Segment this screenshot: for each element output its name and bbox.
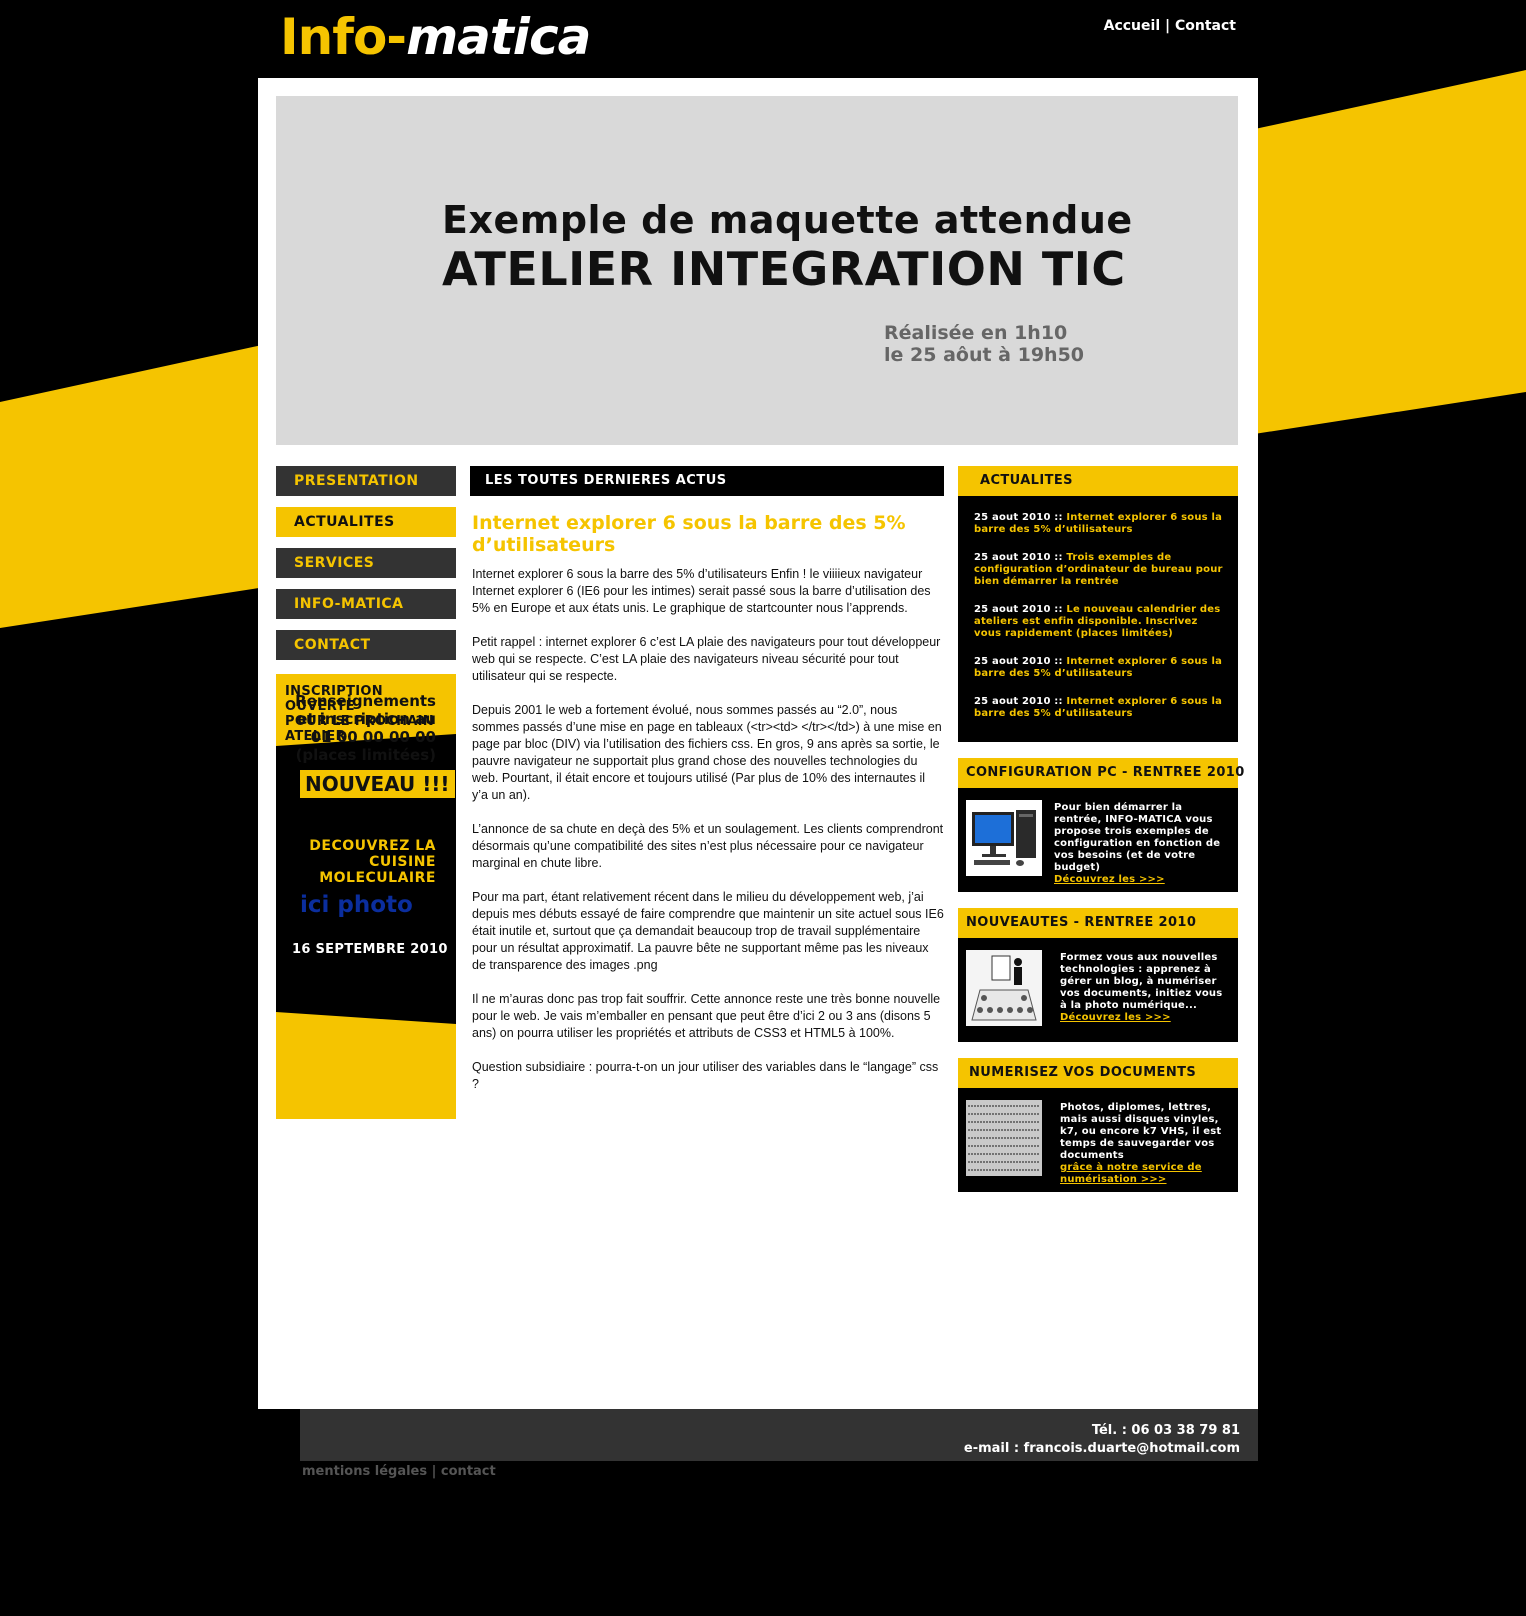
actualites-list: 25 aout 2010 :: Internet explorer 6 sous… (958, 496, 1238, 742)
actu-item[interactable]: 25 aout 2010 :: Internet explorer 6 sous… (974, 512, 1228, 536)
numerisez-content: Photos, diplomes, lettres, mais aussi di… (958, 1088, 1238, 1192)
promo-discover-line1: DECOUVREZ LA (309, 838, 436, 854)
config-box: CONFIGURATION PC - RENTREE 2010 Pour bie… (958, 758, 1244, 892)
article-paragraph: L’annonce de sa chute en deçà des 5% et … (472, 822, 944, 870)
actu-item[interactable]: 25 aout 2010 :: Trois exemples de config… (974, 552, 1228, 588)
banner-made: Réalisée en 1h10 le 25 aôut à 19h50 (884, 322, 1084, 366)
promo-contact-line2: et inscription au (297, 710, 436, 728)
config-description: Pour bien démarrer la rentrée, INFO-MATI… (1054, 802, 1221, 873)
header: Info-matica Accueil | Contact (0, 0, 1526, 78)
actu-date: 25 aout 2010 :: (974, 656, 1067, 667)
actu-date: 25 aout 2010 :: (974, 696, 1067, 707)
article-title[interactable]: Internet explorer 6 sous la barre des 5%… (472, 512, 944, 556)
nav-separator: | (1160, 18, 1175, 34)
article-paragraph: Depuis 2001 le web a fortement évolué, n… (472, 703, 942, 802)
article-paragraph: Pour ma part, étant relativement récent … (472, 890, 944, 972)
config-heading: CONFIGURATION PC - RENTREE 2010 (958, 758, 1244, 788)
photo-placeholder: ici photo (300, 892, 413, 918)
banner-line4: le 25 aôut à 19h50 (884, 344, 1085, 366)
promo-contact-line1: Renseignements (295, 692, 436, 710)
section-title: LES TOUTES DERNIERES ACTUS (470, 466, 944, 496)
nav-item-services[interactable]: SERVICES (276, 548, 456, 578)
actu-date: 25 aout 2010 :: (974, 552, 1067, 563)
nouveau-badge: NOUVEAU !!! (300, 770, 455, 798)
footer-contact-link[interactable]: contact (441, 1464, 496, 1479)
promo-contact-phone: 01 00 00 00 00 (310, 728, 436, 746)
nav-item-presentation[interactable]: PRESENTATION (276, 466, 456, 496)
computer-icon (966, 800, 1042, 876)
nouveautes-heading: NOUVEAUTES - RENTREE 2010 (958, 908, 1238, 938)
config-text: Pour bien démarrer la rentrée, INFO-MATI… (1054, 802, 1230, 886)
mentions-legales-link[interactable]: mentions légales (302, 1464, 427, 1479)
numerisez-link[interactable]: grâce à notre service de numérisation >>… (1060, 1162, 1202, 1185)
numerisez-description: Photos, diplomes, lettres, mais aussi di… (1060, 1102, 1222, 1161)
promo-discover: DECOUVREZ LA CUISINE MOLECULAIRE (309, 838, 436, 886)
main-column: LES TOUTES DERNIERES ACTUS Internet expl… (470, 466, 944, 1110)
promo-date: 16 SEPTEMBRE 2010 (292, 942, 448, 957)
numerisez-box: NUMERISEZ VOS DOCUMENTS Photos, diplomes… (958, 1058, 1238, 1192)
presentation-icon (966, 950, 1042, 1026)
logo-part2: matica (406, 8, 591, 66)
actu-item[interactable]: 25 aout 2010 :: Le nouveau calendrier de… (974, 604, 1228, 640)
training-image (966, 950, 1042, 1026)
nouveautes-description: Formez vous aux nouvelles technologies :… (1060, 952, 1223, 1011)
left-nav: PRESENTATION ACTUALITES SERVICES INFO-MA… (276, 466, 456, 671)
article-paragraph: Internet explorer 6 sous la barre des 5%… (472, 567, 931, 615)
logo-part1: Info- (280, 8, 407, 66)
footer-links: mentions légales | contact (302, 1464, 496, 1479)
computer-image (966, 800, 1042, 876)
banner-line2: ATELIER INTEGRATION TIC (442, 242, 1126, 296)
actu-item[interactable]: 25 aout 2010 :: Internet explorer 6 sous… (974, 696, 1228, 720)
digits-icon (966, 1100, 1042, 1176)
article-body: Internet explorer 6 sous la barre des 5%… (472, 566, 944, 1093)
nav-item-actualites[interactable]: ACTUALITES (276, 507, 456, 537)
article-paragraph: Il ne m’auras donc pas trop fait souffri… (472, 992, 941, 1040)
config-content: Pour bien démarrer la rentrée, INFO-MATI… (958, 788, 1238, 892)
actu-date: 25 aout 2010 :: (974, 604, 1067, 615)
actualites-heading: ACTUALITES (958, 466, 1238, 496)
promo-contact-line4: (places limitées) (295, 746, 436, 764)
nav-accueil-link[interactable]: Accueil (1104, 18, 1161, 34)
promo-discover-line2: CUISINE (369, 854, 436, 870)
footer-contact: Tél. : 06 03 38 79 81 e-mail : francois.… (964, 1422, 1240, 1458)
numerisez-heading: NUMERISEZ VOS DOCUMENTS (958, 1058, 1238, 1088)
article-paragraph: Petit rappel : internet explorer 6 c’est… (472, 635, 941, 683)
banner-line3: Réalisée en 1h10 (884, 322, 1068, 344)
page-content: Exemple de maquette attendue ATELIER INT… (258, 78, 1258, 1409)
article-paragraph: Question subsidiaire : pourra-t-on un jo… (472, 1060, 939, 1091)
promo-bottom-shape (276, 1012, 456, 1119)
footer: Tél. : 06 03 38 79 81 e-mail : francois.… (300, 1409, 1258, 1461)
nav-item-info-matica[interactable]: INFO-MATICA (276, 589, 456, 619)
top-nav: Accueil | Contact (1104, 18, 1236, 34)
nav-item-contact[interactable]: CONTACT (276, 630, 456, 660)
footer-tel: Tél. : 06 03 38 79 81 (1091, 1423, 1240, 1438)
nouveautes-box: NOUVEAUTES - RENTREE 2010 Formez vous au… (958, 908, 1238, 1042)
footer-separator: | (427, 1464, 441, 1479)
promo-panel: INSCRIPTION OUVERTE POUR LE PROCHAIN ATE… (276, 674, 456, 1119)
digits-image (966, 1100, 1042, 1176)
config-link[interactable]: Découvrez les >>> (1054, 874, 1165, 885)
actu-item[interactable]: 25 aout 2010 :: Internet explorer 6 sous… (974, 656, 1228, 680)
actualites-box: ACTUALITES 25 aout 2010 :: Internet expl… (958, 466, 1238, 742)
actu-date: 25 aout 2010 :: (974, 512, 1067, 523)
promo-discover-line3: MOLECULAIRE (319, 870, 436, 886)
footer-email[interactable]: e-mail : francois.duarte@hotmail.com (964, 1440, 1240, 1458)
sidebar: ACTUALITES 25 aout 2010 :: Internet expl… (958, 466, 1244, 1208)
promo-contact: Renseignements et inscription au 01 00 0… (295, 692, 436, 764)
nouveautes-link[interactable]: Découvrez les >>> (1060, 1012, 1171, 1023)
banner: Exemple de maquette attendue ATELIER INT… (276, 96, 1238, 445)
nav-contact-link[interactable]: Contact (1175, 18, 1236, 34)
numerisez-text: Photos, diplomes, lettres, mais aussi di… (1060, 1102, 1230, 1186)
banner-line1: Exemple de maquette attendue (442, 198, 1133, 242)
nouveautes-text: Formez vous aux nouvelles technologies :… (1060, 952, 1230, 1024)
logo[interactable]: Info-matica (280, 8, 591, 66)
nouveautes-content: Formez vous aux nouvelles technologies :… (958, 938, 1238, 1042)
